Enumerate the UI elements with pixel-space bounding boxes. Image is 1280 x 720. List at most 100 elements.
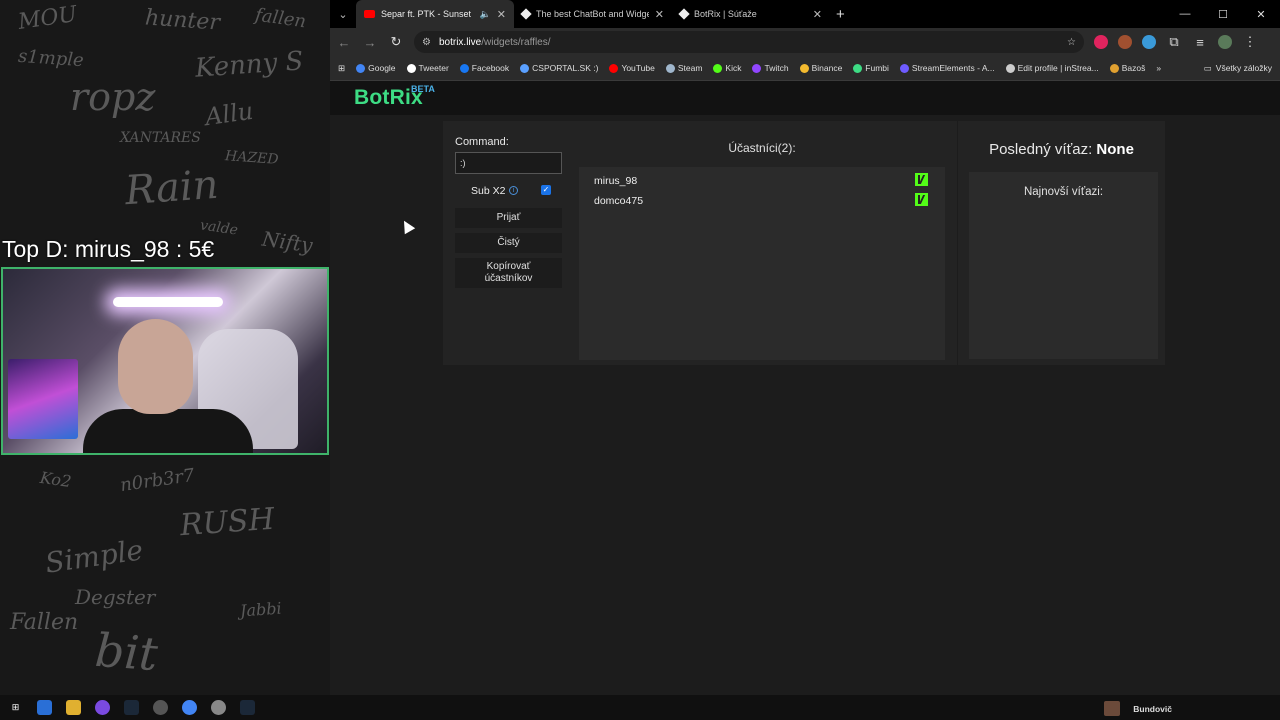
bookmark-item[interactable]: Facebook [459,63,510,73]
sub-x2-label: Sub X2 [471,185,506,197]
last-winner-value: None [1096,141,1134,158]
extension-icon[interactable] [1094,35,1108,49]
participant-name: mirus_98 [594,175,638,187]
chrome-icon[interactable] [182,700,197,715]
all-bookmarks-folder[interactable]: ▭ Všetky záložky [1204,63,1272,74]
extension-icon[interactable] [1118,35,1132,49]
browser-toolbar: ← → ↻ ⚙ botrix.live/widgets/raffles/ ☆ ⧉… [330,28,1280,56]
graffiti-signature: Kenny S [194,46,305,84]
kick-icon [915,193,928,206]
last-winner: Posledný víťaz: None [958,141,1165,158]
app-icon[interactable] [211,700,226,715]
menu-icon[interactable]: ⋮ [1242,34,1258,50]
bookmark-label: Bazoš [1121,63,1146,73]
apps-grid-icon[interactable]: ⊞ [338,63,345,74]
stream-overlay: MOU Kenny S ropz hunter fallen Allu Rain XANTAR… [0,0,330,695]
site-info-icon[interactable]: ⚙ [422,37,431,48]
close-icon[interactable]: ✕ [497,8,506,21]
bookmark-star-icon[interactable]: ☆ [1067,37,1076,48]
windows-start-icon[interactable]: ⊞ [8,700,23,715]
address-bar[interactable]: ⚙ botrix.live/widgets/raffles/ ☆ [414,31,1084,53]
steam-icon[interactable] [124,700,139,715]
sub-x2-checkbox[interactable]: ✓ [541,185,551,195]
maximize-icon[interactable]: ☐ [1204,0,1242,28]
obs-icon[interactable] [153,700,168,715]
graffiti-signature: MOU [16,2,79,35]
command-input[interactable] [455,152,562,174]
search-icon[interactable] [37,700,52,715]
sub-x2-row: Sub X2 i ✓ [455,183,562,199]
graffiti-signature: Simple [43,533,145,580]
taskbar-user: Bundovič [1133,704,1172,714]
graffiti-signature: RUSH [178,501,276,544]
bookmark-item[interactable]: Twitch [752,63,789,73]
bookmark-item[interactable]: Fumbi [853,63,889,73]
graffiti-signature: Fallen [10,610,79,635]
bookmark-item[interactable]: Steam [665,63,703,73]
steam-icon[interactable] [240,700,255,715]
clear-button[interactable]: Čistý [455,233,562,253]
participant-row: domco475 [579,190,945,210]
graffiti-signature: Nifty [260,226,315,258]
bookmark-label: Google [368,63,396,73]
accept-button[interactable]: Prijať [455,208,562,228]
tab-strip: ⌄ Separ ft. PTK - Sunset (prod 🔈 ✕ The b… [330,0,1280,28]
bookmark-item[interactable]: CSPORTAL.SK :) [520,63,598,73]
bookmark-label: Binance [811,63,843,73]
graffiti-signature: HAZED [224,148,279,168]
participants-title: Účastníci(2): [728,141,796,155]
speaker-icon[interactable]: 🔈 [480,9,491,20]
bookmark-label: Steam [677,63,703,73]
pc-case [8,359,78,439]
url-host: botrix.live [438,36,482,48]
graffiti-signature: hunter [144,5,221,36]
bookmark-item[interactable]: Binance [799,63,843,73]
extensions-puzzle-icon[interactable]: ⧉ [1166,34,1182,50]
close-icon[interactable]: ✕ [813,8,822,21]
folder-icon: ▭ [1203,62,1212,73]
bookmark-item[interactable]: Tweeter [406,63,449,73]
info-icon[interactable]: i [509,186,518,195]
browser-window: ⌄ Separ ft. PTK - Sunset (prod 🔈 ✕ The b… [330,0,1280,695]
youtube-icon [364,10,375,18]
bookmark-item[interactable]: YouTube [609,63,655,73]
file-explorer-icon[interactable] [66,700,81,715]
media-control-icon[interactable]: ≡ [1192,35,1208,50]
bookmark-favicon-icon [520,63,530,73]
minimize-icon[interactable]: — [1166,0,1204,28]
extension-icon[interactable] [1142,35,1156,49]
back-icon[interactable]: ← [336,35,352,50]
tab-botrix-raffles[interactable]: BotRix | Súťaže ✕ [672,0,830,28]
messenger-icon[interactable] [95,700,110,715]
graffiti-signature: Degster [75,585,156,609]
site-header: BotRix BETA [330,81,1280,115]
bookmark-label: Facebook [471,63,510,73]
bookmark-label: CSPORTAL.SK :) [532,63,599,73]
more-bookmarks-icon[interactable]: » [1156,63,1161,73]
botrix-icon [678,8,690,20]
bookmark-item[interactable]: Google [356,63,396,73]
tab-botrix-home[interactable]: The best ChatBot and Widgets ✕ [514,0,672,28]
tab-search-icon[interactable]: ⌄ [330,8,356,21]
forward-icon[interactable]: → [362,35,378,50]
recent-winners-box: Najnovší víťazi: [969,172,1158,359]
bookmark-item[interactable]: Edit profile | inStrea... [1005,63,1099,73]
tab-label: Separ ft. PTK - Sunset (prod [381,9,474,19]
graffiti-signature: Jabbi [239,598,283,621]
bookmark-item[interactable]: Kick [713,63,741,73]
bookmark-favicon-icon [853,63,863,73]
graffiti-signature: ropz [70,75,156,119]
copy-participants-button[interactable]: Kopírovať účastníkov [455,258,562,288]
bookmark-item[interactable]: Bazoš [1109,63,1146,73]
led-light [113,297,223,307]
bookmark-item[interactable]: StreamElements - A... [899,63,995,73]
profile-avatar[interactable] [1218,35,1232,49]
bookmark-favicon-icon [713,63,723,73]
close-icon[interactable]: ✕ [655,8,664,21]
bookmark-favicon-icon [406,63,416,73]
close-window-icon[interactable]: ✕ [1242,0,1280,28]
new-tab-icon[interactable]: + [836,6,845,23]
participant-row: mirus_98 [579,170,945,190]
reload-icon[interactable]: ↻ [388,34,404,50]
tab-youtube[interactable]: Separ ft. PTK - Sunset (prod 🔈 ✕ [356,0,514,28]
